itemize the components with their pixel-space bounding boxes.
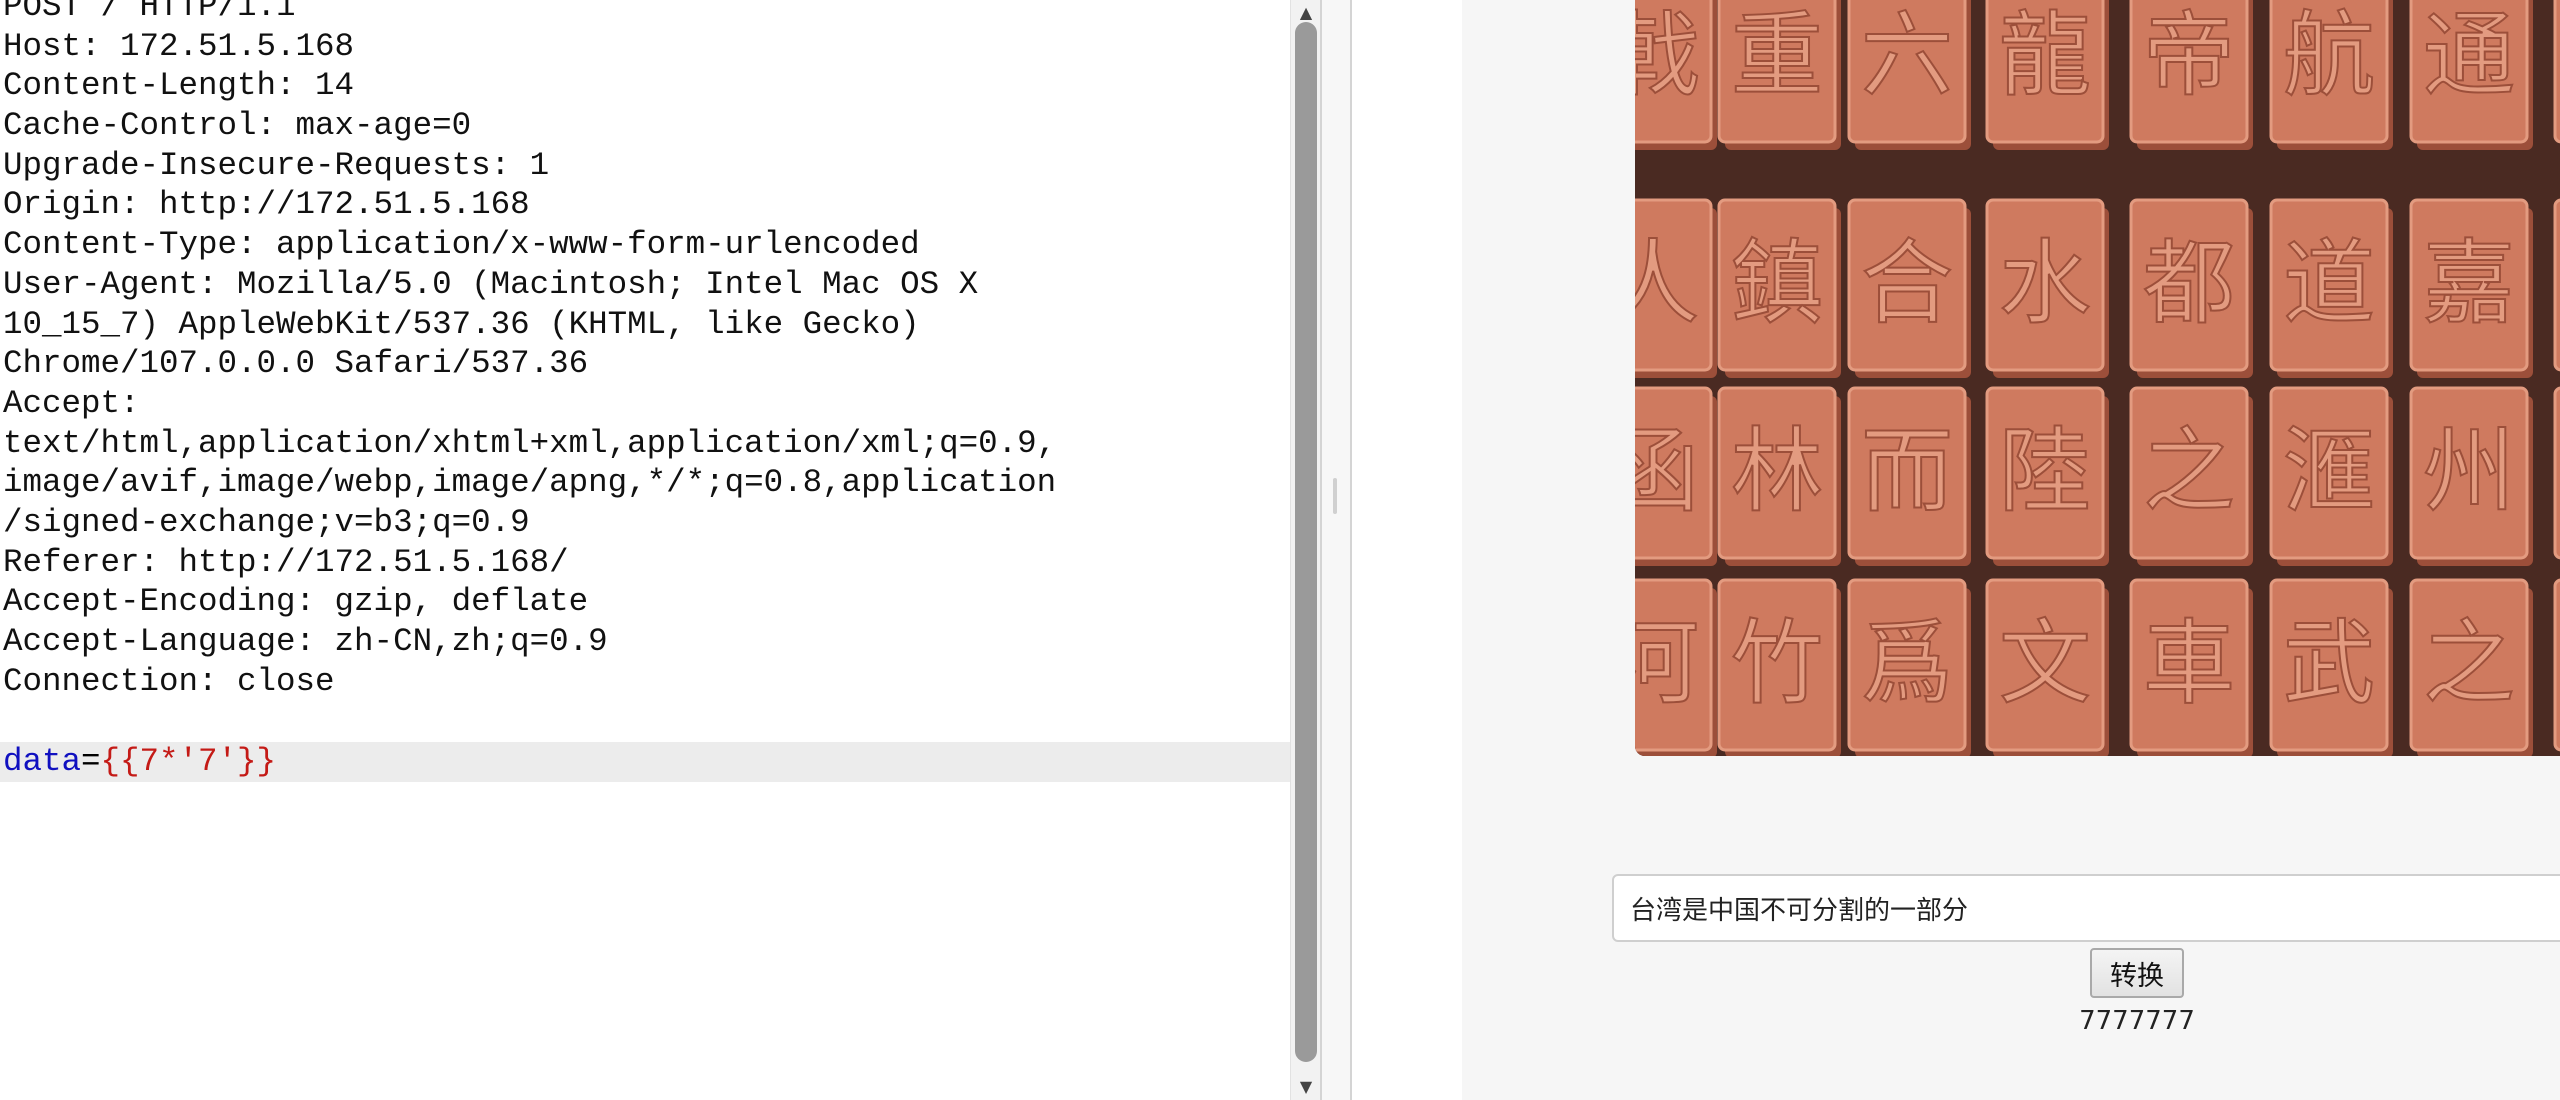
type-block: 通: [2409, 0, 2533, 150]
divider-grip-icon[interactable]: [1333, 478, 1337, 514]
type-character: 車: [2143, 610, 2235, 717]
type-block: 合: [1847, 198, 1971, 378]
type-block: 車: [2129, 578, 2253, 756]
type-character: 函: [1635, 418, 1699, 525]
type-block: 之: [2129, 386, 2253, 566]
type-character: 帝: [2143, 2, 2235, 109]
request-line: Origin: http://172.51.5.168: [3, 186, 530, 224]
request-line: 10_15_7) AppleWebKit/537.36 (KHTML, like…: [3, 305, 920, 343]
type-character: 文: [1999, 610, 2091, 717]
type-block: 龍: [1985, 0, 2109, 150]
scroll-down-icon[interactable]: ▼: [1291, 1074, 1321, 1100]
type-character: 都: [2143, 230, 2235, 337]
type-block: 滙: [2269, 386, 2393, 566]
type-block: 济: [2553, 386, 2560, 560]
type-character: 陸: [1999, 418, 2091, 525]
body-param-name: data: [3, 743, 82, 780]
request-line: image/avif,image/webp,image/apng,*/*;q=0…: [3, 464, 1057, 502]
request-line: Connection: close: [3, 662, 335, 700]
type-block: 帝: [2129, 0, 2253, 150]
type-block: 竹: [1717, 578, 1841, 756]
request-line: Cache-Control: max-age=0: [3, 107, 472, 145]
type-block: 爲: [1847, 578, 1971, 756]
type-block: 函: [1635, 386, 1717, 566]
request-line: text/html,application/xhtml+xml,applicat…: [3, 424, 1057, 462]
type-block: 武: [2269, 578, 2393, 756]
type-block: 都: [2129, 198, 2253, 378]
request-headers: POST / HTTP/1.1 Host: 172.51.5.168 Content…: [3, 0, 1056, 741]
type-character: 通: [2423, 2, 2515, 109]
type-character: 重: [1731, 2, 1823, 109]
app-window: POST / HTTP/1.1 Host: 172.51.5.168 Content…: [0, 0, 2560, 1100]
type-block: 鎮: [1717, 198, 1841, 378]
request-line: Content-Type: application/x-www-form-url…: [3, 226, 920, 264]
request-editor[interactable]: POST / HTTP/1.1 Host: 172.51.5.168 Content…: [0, 0, 1290, 1100]
scroll-thumb[interactable]: [1295, 22, 1317, 1062]
request-body-line[interactable]: data={{7*'7'}}: [0, 742, 1290, 782]
type-character: 爲: [1861, 610, 1953, 717]
type-character: 道: [2283, 230, 2375, 337]
request-scrollbar[interactable]: ▲ ▼: [1290, 0, 1321, 1100]
type-block: 道: [2269, 198, 2393, 378]
movable-type-image: 戟重六龍帝航通江人鎮合水都道嘉台函林而陸之滙州济河竹爲文車武之井: [1635, 0, 2560, 756]
request-line: Referer: http://172.51.5.168/: [3, 543, 569, 581]
request-line: Upgrade-Insecure-Requests: 1: [3, 146, 550, 184]
type-block: 陸: [1985, 386, 2109, 566]
type-block: 州: [2409, 386, 2533, 566]
request-line: [3, 701, 1056, 741]
request-line: User-Agent: Mozilla/5.0 (Macintosh; Inte…: [3, 265, 979, 303]
type-character: 之: [2423, 610, 2515, 717]
type-block: 重: [1717, 0, 1841, 150]
type-character: 滙: [2283, 418, 2375, 525]
type-character: 戟: [1635, 2, 1699, 109]
result-output: 7777777: [2079, 1006, 2195, 1036]
type-block: 六: [1847, 0, 1971, 150]
type-block: 嘉: [2409, 198, 2533, 378]
type-block: 台: [2553, 198, 2560, 372]
request-line: Host: 172.51.5.168: [3, 27, 355, 65]
type-block: 戟: [1635, 0, 1717, 150]
type-character: 人: [1635, 230, 1699, 337]
type-character: 水: [1999, 230, 2091, 337]
type-character: 竹: [1731, 610, 1823, 717]
type-character: 州: [2423, 418, 2515, 525]
pane-divider[interactable]: [1320, 0, 1352, 1100]
type-character: 之: [2143, 418, 2235, 525]
type-block: 文: [1985, 578, 2109, 756]
type-character: 而: [1861, 418, 1953, 525]
request-line: /signed-exchange;v=b3;q=0.9: [3, 503, 530, 541]
type-character: 航: [2283, 2, 2375, 109]
type-character: 嘉: [2423, 230, 2515, 337]
request-line: Accept-Encoding: gzip, deflate: [3, 583, 589, 621]
request-line: Chrome/107.0.0.0 Safari/537.36: [3, 345, 589, 383]
type-character: 合: [1861, 230, 1953, 337]
response-render-pane: 戟重六龍帝航通江人鎮合水都道嘉台函林而陸之滙州济河竹爲文車武之井 转换 7777…: [1352, 0, 2560, 1100]
type-character: 龍: [1999, 2, 2091, 109]
type-block: 水: [1985, 198, 2109, 378]
body-equals: =: [81, 743, 101, 780]
body-param-value: {{7*'7'}}: [100, 743, 277, 780]
request-line: Content-Length: 14: [3, 67, 355, 105]
type-character: 六: [1861, 2, 1953, 109]
convert-button[interactable]: 转换: [2090, 948, 2184, 998]
type-block: 而: [1847, 386, 1971, 566]
type-character: 武: [2283, 610, 2375, 717]
type-character: 林: [1731, 418, 1823, 525]
movable-type-blocks: 戟重六龍帝航通江人鎮合水都道嘉台函林而陸之滙州济河竹爲文車武之井: [1635, 0, 2560, 756]
type-character: 鎮: [1731, 230, 1823, 337]
type-block: 之: [2409, 578, 2533, 756]
type-block: 井: [2553, 578, 2560, 752]
text-input[interactable]: [1612, 874, 2560, 942]
request-line: Accept:: [3, 384, 140, 422]
type-block: 人: [1635, 198, 1717, 378]
request-line: Accept-Language: zh-CN,zh;q=0.9: [3, 623, 608, 660]
type-block: 航: [2269, 0, 2393, 150]
type-block: 林: [1717, 386, 1841, 566]
request-line: POST / HTTP/1.1: [3, 0, 296, 25]
rendered-page: 戟重六龍帝航通江人鎮合水都道嘉台函林而陸之滙州济河竹爲文車武之井 转换 7777…: [1462, 0, 2560, 1100]
type-character: 河: [1635, 610, 1699, 717]
type-block: 河: [1635, 578, 1717, 756]
type-block: 江: [2553, 0, 2560, 144]
